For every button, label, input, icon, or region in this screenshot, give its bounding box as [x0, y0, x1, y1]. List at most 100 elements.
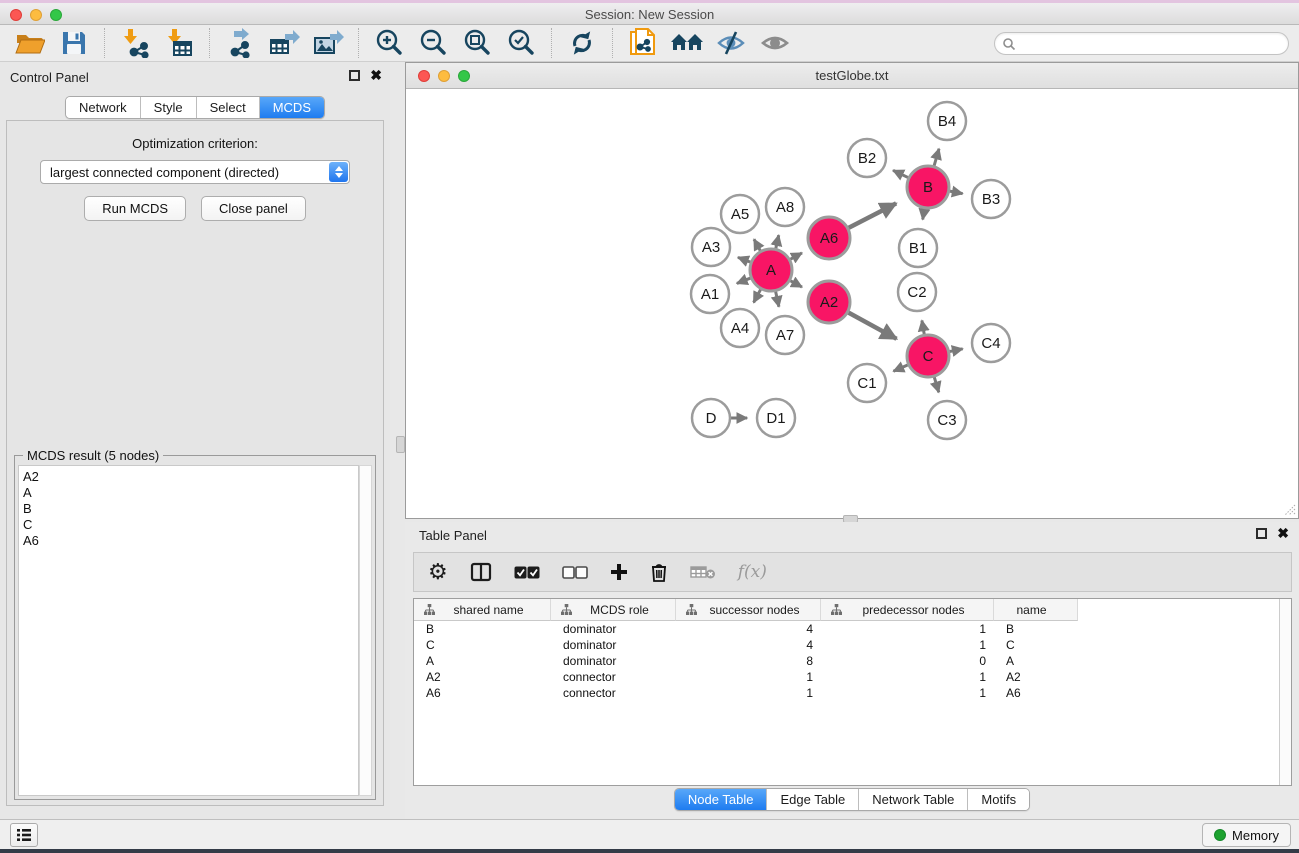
- edge-A-A5[interactable]: [754, 239, 760, 250]
- global-search-field[interactable]: [994, 32, 1289, 55]
- column-header-name[interactable]: name: [994, 599, 1078, 621]
- close-table-panel-icon[interactable]: ✖: [1277, 528, 1289, 539]
- table-cell[interactable]: A2: [414, 669, 551, 685]
- table-cell[interactable]: 1: [821, 637, 994, 653]
- result-item[interactable]: A2: [23, 469, 358, 485]
- hide-details-button[interactable]: [715, 27, 747, 59]
- column-header-predecessor-nodes[interactable]: predecessor nodes: [821, 599, 994, 621]
- tab-node-table[interactable]: Node Table: [675, 789, 768, 810]
- table-cell[interactable]: connector: [551, 685, 676, 701]
- export-table-button[interactable]: [268, 27, 300, 59]
- close-panel-icon[interactable]: ✖: [370, 70, 382, 81]
- table-cell[interactable]: dominator: [551, 637, 676, 653]
- import-network-button[interactable]: [119, 27, 151, 59]
- edge-C-C1[interactable]: [893, 365, 907, 371]
- result-item[interactable]: A: [23, 485, 358, 501]
- table-cell[interactable]: A6: [414, 685, 551, 701]
- import-table-button[interactable]: [163, 27, 195, 59]
- save-session-button[interactable]: [58, 27, 90, 59]
- table-row[interactable]: Bdominator41B: [414, 621, 1291, 637]
- run-mcds-button[interactable]: Run MCDS: [84, 196, 186, 221]
- tab-network-table[interactable]: Network Table: [859, 789, 968, 810]
- edge-B-B4[interactable]: [934, 149, 939, 166]
- edge-A-A4[interactable]: [754, 289, 761, 302]
- zoom-out-button[interactable]: [417, 27, 449, 59]
- column-header-shared-name[interactable]: shared name: [414, 599, 551, 621]
- table-cell[interactable]: A: [414, 653, 551, 669]
- open-session-button[interactable]: [14, 27, 46, 59]
- edge-A-A3[interactable]: [738, 257, 750, 262]
- zoom-selected-button[interactable]: [505, 27, 537, 59]
- table-cell[interactable]: 8: [676, 653, 821, 669]
- zoom-in-button[interactable]: [373, 27, 405, 59]
- zoom-fit-button[interactable]: [461, 27, 493, 59]
- table-settings-button[interactable]: ⚙: [428, 561, 448, 583]
- table-row[interactable]: A6connector11A6: [414, 685, 1291, 701]
- edge-C-C4[interactable]: [950, 349, 963, 352]
- table-cell[interactable]: B: [414, 621, 551, 637]
- table-cell[interactable]: 1: [821, 669, 994, 685]
- table-cell[interactable]: C: [994, 637, 1078, 653]
- apply-layout-button[interactable]: [566, 27, 598, 59]
- network-window-titlebar[interactable]: testGlobe.txt: [406, 63, 1298, 89]
- float-table-panel-icon[interactable]: [1256, 528, 1267, 539]
- table-cell[interactable]: dominator: [551, 621, 676, 637]
- edge-B-B3[interactable]: [950, 191, 963, 193]
- show-columns-button[interactable]: [470, 562, 492, 582]
- tab-select[interactable]: Select: [197, 97, 260, 118]
- table-cell[interactable]: 1: [821, 685, 994, 701]
- edge-B-B2[interactable]: [893, 170, 908, 177]
- edge-A-A6[interactable]: [790, 253, 802, 259]
- float-panel-icon[interactable]: [349, 70, 360, 81]
- export-image-button[interactable]: [312, 27, 344, 59]
- memory-button[interactable]: Memory: [1202, 823, 1291, 847]
- unselect-all-columns-button[interactable]: [562, 566, 588, 579]
- result-item[interactable]: C: [23, 517, 358, 533]
- close-panel-button[interactable]: Close panel: [201, 196, 306, 221]
- edge-A-A8[interactable]: [776, 235, 779, 248]
- table-cell[interactable]: B: [994, 621, 1078, 637]
- network-canvas[interactable]: A5A8A3A1A4A7AA6A2BB2B4B3B1CC2C4C1C3DD1: [406, 89, 1298, 518]
- table-cell[interactable]: A: [994, 653, 1078, 669]
- edge-C-C2[interactable]: [922, 320, 924, 334]
- result-item[interactable]: B: [23, 501, 358, 517]
- edge-A2-C[interactable]: [848, 313, 896, 339]
- search-input[interactable]: [1016, 35, 1288, 53]
- network-from-file-button[interactable]: [627, 27, 659, 59]
- select-all-columns-button[interactable]: [514, 566, 540, 579]
- edge-B-B1[interactable]: [923, 209, 925, 220]
- tab-edge-table[interactable]: Edge Table: [767, 789, 859, 810]
- table-cell[interactable]: C: [414, 637, 551, 653]
- table-row[interactable]: Cdominator41C: [414, 637, 1291, 653]
- result-item[interactable]: A6: [23, 533, 358, 549]
- table-cell[interactable]: 4: [676, 637, 821, 653]
- column-header-successor-nodes[interactable]: successor nodes: [676, 599, 821, 621]
- tab-mcds[interactable]: MCDS: [260, 97, 324, 118]
- tab-motifs[interactable]: Motifs: [968, 789, 1029, 810]
- table-row[interactable]: A2connector11A2: [414, 669, 1291, 685]
- create-column-button[interactable]: [610, 563, 628, 581]
- table-cell[interactable]: 0: [821, 653, 994, 669]
- table-cell[interactable]: dominator: [551, 653, 676, 669]
- table-cell[interactable]: 1: [676, 669, 821, 685]
- edge-A-A2[interactable]: [790, 281, 802, 287]
- result-list-scrollbar[interactable]: [359, 465, 372, 796]
- show-details-button[interactable]: [759, 27, 791, 59]
- edge-A6-B[interactable]: [849, 203, 897, 228]
- table-cell[interactable]: 1: [676, 685, 821, 701]
- function-builder-button[interactable]: f(x): [738, 562, 767, 582]
- window-resize-grip[interactable]: [1283, 503, 1296, 516]
- edge-A-A1[interactable]: [737, 278, 751, 283]
- column-header-MCDS-role[interactable]: MCDS role: [551, 599, 676, 621]
- table-cell[interactable]: 4: [676, 621, 821, 637]
- mcds-result-list[interactable]: A2ABCA6: [18, 465, 359, 796]
- first-neighbors-button[interactable]: [671, 27, 703, 59]
- task-history-button[interactable]: [10, 823, 38, 847]
- delete-columns-button[interactable]: [650, 562, 668, 582]
- criterion-dropdown[interactable]: largest connected component (directed): [40, 160, 350, 184]
- delete-table-button[interactable]: [690, 564, 716, 580]
- edge-A-A7[interactable]: [776, 292, 779, 307]
- table-row[interactable]: Adominator80A: [414, 653, 1291, 669]
- vertical-splitter-handle[interactable]: [396, 436, 405, 453]
- network-graph[interactable]: A5A8A3A1A4A7AA6A2BB2B4B3B1CC2C4C1C3DD1: [406, 89, 1298, 518]
